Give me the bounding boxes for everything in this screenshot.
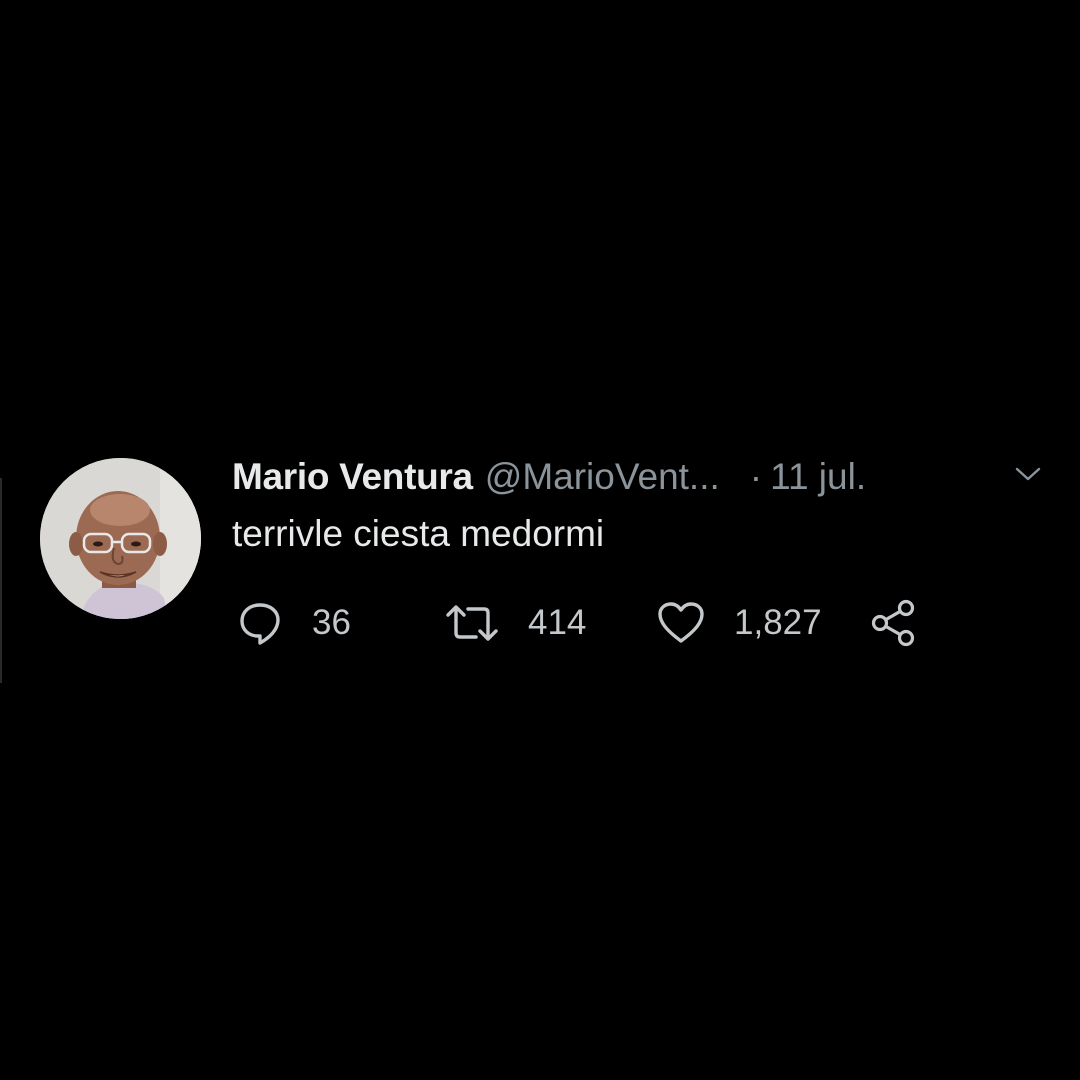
tweet-text: terrivle ciesta medormi (232, 513, 605, 554)
tweet-date[interactable]: 11 jul. (770, 456, 866, 498)
separator-dot: · (749, 456, 763, 497)
reply-count: 36 (312, 603, 351, 642)
tweet[interactable]: Mario Ventura @MarioVent... · 11 jul. te… (40, 455, 1050, 655)
like-count: 1,827 (734, 603, 822, 642)
reply-bubble-icon (236, 599, 284, 647)
retweet-count: 414 (528, 603, 587, 642)
share-icon (868, 597, 920, 649)
like-button[interactable]: 1,827 (656, 595, 822, 651)
avatar[interactable] (40, 458, 201, 619)
retweet-icon (444, 599, 500, 647)
user-handle[interactable]: @MarioVent... (485, 456, 720, 498)
display-name[interactable]: Mario Ventura (232, 456, 473, 498)
chevron-down-icon[interactable] (1014, 463, 1042, 485)
retweet-button[interactable]: 414 (444, 595, 586, 651)
share-button[interactable] (868, 595, 920, 651)
heart-icon (656, 599, 706, 647)
tweet-header: Mario Ventura @MarioVent... · 11 jul. (232, 455, 1042, 499)
left-edge-divider (0, 478, 2, 683)
tweet-actions: 36 414 1,827 (236, 595, 956, 651)
reply-button[interactable]: 36 (236, 595, 351, 651)
